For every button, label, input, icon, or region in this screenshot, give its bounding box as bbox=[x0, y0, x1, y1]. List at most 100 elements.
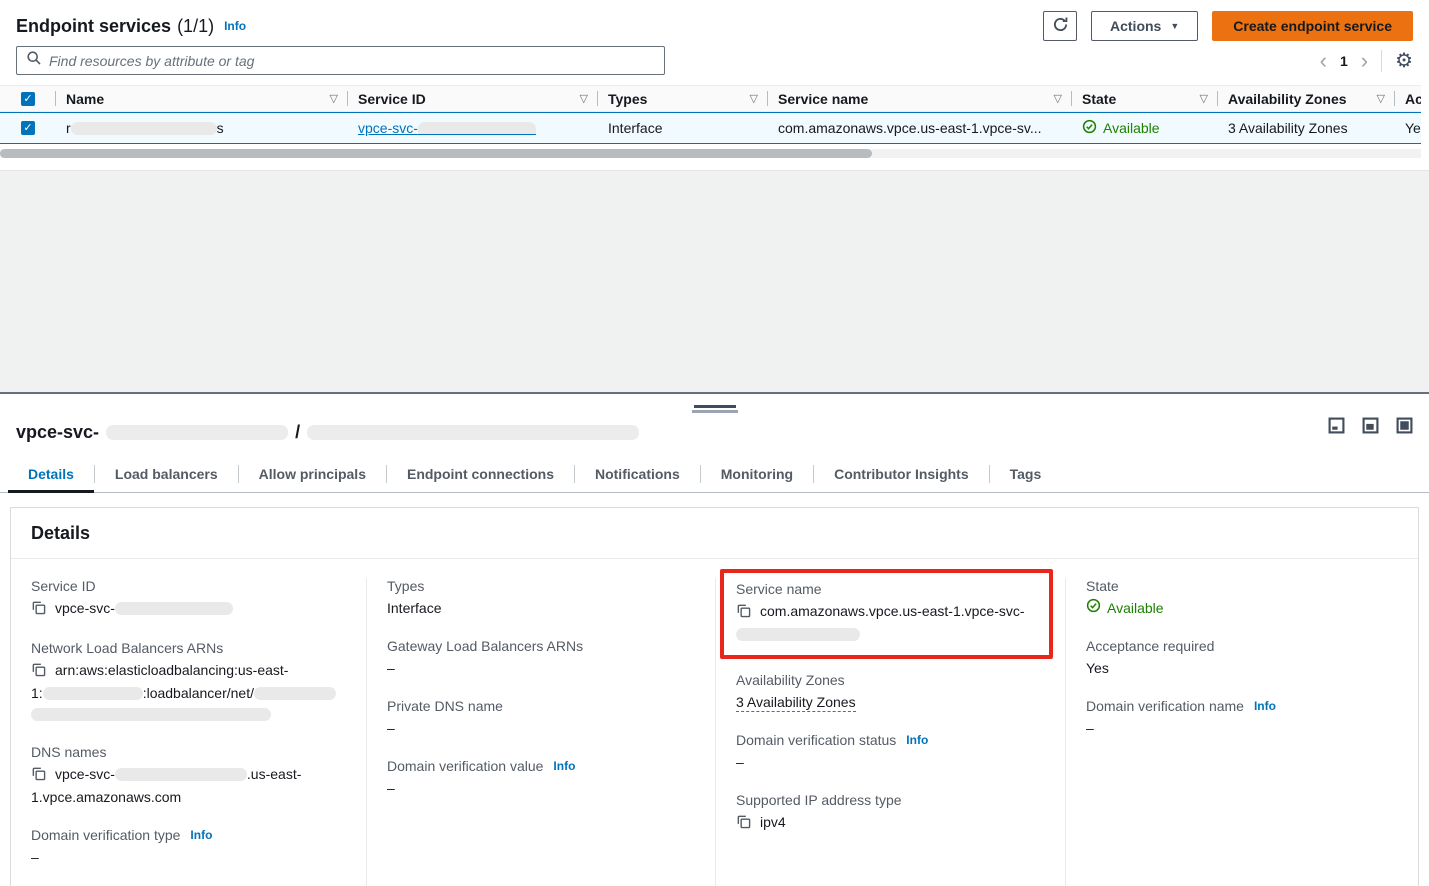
info-link[interactable]: Info bbox=[190, 828, 212, 842]
domain-verification-value-label: Domain verification value bbox=[387, 758, 543, 774]
settings-gear-icon[interactable]: ⚙ bbox=[1395, 51, 1413, 71]
dns-names-value: vpce-svc-.us-east- 1.vpce.amazonaws.com bbox=[31, 764, 346, 808]
tab-contributor-insights[interactable]: Contributor Insights bbox=[814, 458, 989, 492]
panel-size-large-icon[interactable] bbox=[1396, 417, 1413, 439]
previous-page-icon[interactable]: ‹ bbox=[1320, 51, 1327, 71]
drawer-drag-handle[interactable] bbox=[692, 405, 738, 413]
state-available-badge: Available bbox=[1082, 119, 1160, 137]
details-column-4: State Available Acceptance required Yes bbox=[1066, 578, 1418, 886]
types-value: Interface bbox=[387, 598, 695, 619]
info-link[interactable]: Info bbox=[906, 733, 928, 747]
copy-icon[interactable] bbox=[31, 662, 46, 683]
info-link[interactable]: Info bbox=[1254, 699, 1276, 713]
redacted-text bbox=[418, 122, 536, 135]
private-dns-name-label: Private DNS name bbox=[387, 698, 695, 714]
drawer-title: vpce-svc- / bbox=[16, 422, 1413, 443]
service-name-field-highlighted: Service name com.amazonaws.vpce.us-east-… bbox=[720, 569, 1053, 659]
header-actions: Actions ▼ Create endpoint service bbox=[1043, 11, 1413, 41]
column-header-availability-zones: Availability Zones bbox=[1228, 91, 1347, 107]
tab-monitoring[interactable]: Monitoring bbox=[701, 458, 813, 492]
endpoint-services-table: ✓ Name▽ Service ID▽ Types▽ Service name▽… bbox=[0, 85, 1429, 158]
tab-load-balancers[interactable]: Load balancers bbox=[95, 458, 238, 492]
service-name-value: com.amazonaws.vpce.us-east-1.vpce-svc- bbox=[736, 601, 1039, 645]
availability-zones-popover-trigger[interactable]: 3 Availability Zones bbox=[1228, 120, 1348, 136]
redacted-text bbox=[736, 628, 860, 641]
domain-verification-value-value: – bbox=[387, 778, 695, 799]
table-right-gutter bbox=[1421, 85, 1429, 158]
caret-down-icon: ▼ bbox=[1170, 21, 1179, 31]
nlb-arns-value: arn:aws:elasticloadbalancing:us-east- 1:… bbox=[31, 660, 346, 725]
info-link[interactable]: Info bbox=[224, 19, 246, 33]
table-row[interactable]: ✓ rs vpce-svc- Interface com.amazonaws.v… bbox=[0, 112, 1429, 144]
endpoint-services-screen: Endpoint services (1/1) Info Actions ▼ C… bbox=[0, 0, 1429, 886]
header-bar: Endpoint services (1/1) Info Actions ▼ C… bbox=[0, 0, 1429, 42]
copy-icon[interactable] bbox=[736, 814, 751, 835]
info-link[interactable]: Info bbox=[553, 759, 575, 773]
filter-icon[interactable]: ▽ bbox=[750, 92, 758, 105]
acceptance-required-value: Yes bbox=[1086, 658, 1398, 679]
tab-details[interactable]: Details bbox=[8, 458, 94, 492]
service-name-label: Service name bbox=[736, 581, 1039, 597]
panel-size-controls bbox=[1328, 417, 1413, 439]
copy-icon[interactable] bbox=[736, 603, 751, 624]
page-title: Endpoint services bbox=[16, 16, 171, 37]
refresh-button[interactable] bbox=[1043, 11, 1077, 41]
state-available-badge: Available bbox=[1086, 598, 1164, 619]
domain-verification-status-value: – bbox=[736, 752, 1045, 773]
supported-ip-value: ipv4 bbox=[760, 814, 786, 830]
domain-verification-name-value: – bbox=[1086, 718, 1398, 739]
refresh-icon bbox=[1052, 16, 1069, 36]
filter-icon[interactable]: ▽ bbox=[1200, 92, 1208, 105]
availability-zones-popover-trigger[interactable]: 3 Availability Zones bbox=[736, 694, 856, 712]
actions-button[interactable]: Actions ▼ bbox=[1091, 11, 1198, 41]
redacted-text bbox=[307, 425, 639, 440]
filter-icon[interactable]: ▽ bbox=[330, 92, 338, 105]
cell-types: Interface bbox=[598, 120, 768, 136]
redacted-text bbox=[254, 687, 336, 700]
availability-zones-label: Availability Zones bbox=[736, 672, 1045, 688]
types-label: Types bbox=[387, 578, 695, 594]
state-label: State bbox=[1086, 578, 1398, 594]
create-endpoint-service-button[interactable]: Create endpoint service bbox=[1212, 11, 1413, 41]
column-header-state: State bbox=[1082, 91, 1116, 107]
panel-size-small-icon[interactable] bbox=[1328, 417, 1345, 439]
row-checkbox[interactable]: ✓ bbox=[21, 121, 35, 135]
panel-size-medium-icon[interactable] bbox=[1362, 417, 1379, 439]
nlb-arns-label: Network Load Balancers ARNs bbox=[31, 640, 346, 656]
service-id-value: vpce-svc- bbox=[55, 600, 115, 616]
filter-icon[interactable]: ▽ bbox=[580, 92, 588, 105]
details-drawer: vpce-svc- / Details Load balancers Allow… bbox=[0, 405, 1429, 886]
redacted-text bbox=[115, 602, 233, 615]
redacted-text bbox=[31, 708, 271, 721]
tab-endpoint-connections[interactable]: Endpoint connections bbox=[387, 458, 574, 492]
supported-ip-label: Supported IP address type bbox=[736, 792, 1045, 808]
glb-arns-label: Gateway Load Balancers ARNs bbox=[387, 638, 695, 654]
search-input[interactable] bbox=[49, 53, 655, 69]
select-all-checkbox[interactable]: ✓ bbox=[21, 92, 35, 106]
state-value: Available bbox=[1107, 598, 1164, 619]
split-panel-divider[interactable] bbox=[0, 392, 1429, 394]
search-box[interactable] bbox=[16, 46, 665, 75]
filter-icon[interactable]: ▽ bbox=[1377, 92, 1385, 105]
drawer-title-separator: / bbox=[295, 422, 300, 443]
scrollbar-thumb[interactable] bbox=[0, 149, 872, 158]
empty-background bbox=[0, 171, 1429, 392]
search-icon bbox=[26, 50, 42, 71]
copy-icon[interactable] bbox=[31, 600, 46, 621]
filter-icon[interactable]: ▽ bbox=[1054, 92, 1062, 105]
next-page-icon[interactable]: › bbox=[1361, 51, 1368, 71]
horizontal-scrollbar[interactable] bbox=[0, 149, 1421, 158]
service-id-label: Service ID bbox=[31, 578, 346, 594]
check-circle-icon bbox=[1082, 119, 1097, 137]
service-id-link[interactable]: vpce-svc- bbox=[358, 120, 536, 136]
tab-notifications[interactable]: Notifications bbox=[575, 458, 700, 492]
details-card: Details Service ID vpce-svc- Network Loa… bbox=[10, 507, 1419, 886]
tab-tags[interactable]: Tags bbox=[990, 458, 1062, 492]
details-column-1: Service ID vpce-svc- Network Load Balanc… bbox=[11, 578, 367, 886]
dns-names-label: DNS names bbox=[31, 744, 346, 760]
copy-icon[interactable] bbox=[31, 766, 46, 787]
tab-allow-principals[interactable]: Allow principals bbox=[239, 458, 386, 492]
table-header-row: ✓ Name▽ Service ID▽ Types▽ Service name▽… bbox=[0, 85, 1429, 112]
details-column-3: Service name com.amazonaws.vpce.us-east-… bbox=[716, 578, 1066, 886]
private-dns-name-value: – bbox=[387, 718, 695, 739]
